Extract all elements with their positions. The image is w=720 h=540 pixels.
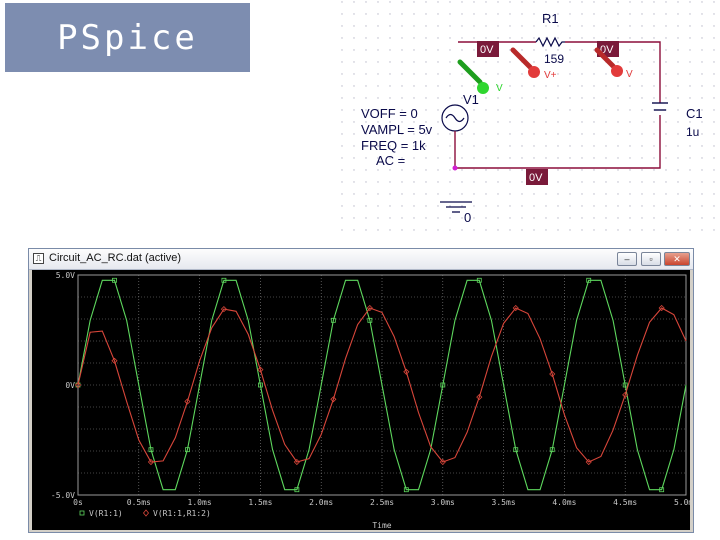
waveform-chart: 0s 0.5ms 1.0ms 1.5ms 2.0ms 2.5ms 3.0ms 3.5ms 4.0…: [51, 271, 690, 530]
capacitor-value: 1u: [686, 125, 699, 139]
y-tick-label: 5.0V: [56, 271, 75, 280]
y-tick-label: -5.0V: [51, 491, 75, 500]
x-tick-label: 4.0ms: [552, 498, 576, 507]
slide-title: PSpice: [57, 17, 198, 58]
restore-button[interactable]: ▫: [641, 252, 661, 266]
ground-label: 0: [464, 210, 471, 225]
voltage-label-node1: 0V: [477, 41, 499, 57]
plot-area[interactable]: 0s 0.5ms 1.0ms 1.5ms 2.0ms 2.5ms 3.0ms 3.5ms 4.0…: [32, 270, 690, 530]
x-tick-label: 2.5ms: [370, 498, 394, 507]
probe-label-green: V: [496, 83, 503, 94]
x-tick-label: 5.0ms: [674, 498, 690, 507]
y-tick-label: 0V: [65, 381, 75, 390]
probe-label-red-1: V+: [544, 70, 557, 81]
legend-label-1: V(R1:1): [89, 509, 123, 518]
source-param-voff: VOFF = 0: [361, 106, 418, 121]
x-tick-label: 3.0ms: [431, 498, 455, 507]
legend-label-2: V(R1:1,R1:2): [153, 509, 211, 518]
window-title: Circuit_AC_RC.dat (active): [49, 252, 182, 264]
close-button[interactable]: ✕: [664, 252, 690, 266]
source-param-ac: AC =: [376, 153, 405, 168]
capacitor-name: C1: [686, 106, 703, 121]
legend-marker-1: [79, 510, 85, 516]
app-icon: ⎍: [33, 253, 44, 264]
legend-marker-2: [142, 509, 150, 517]
probe-label-red-2: V: [626, 69, 633, 80]
source-param-vampl: VAMPL = 5v: [361, 122, 433, 137]
x-tick-label: 1.5ms: [248, 498, 272, 507]
voltage-label-ground-bus: 0V: [526, 169, 548, 185]
x-tick-label: 3.5ms: [492, 498, 516, 507]
resistor-name: R1: [542, 11, 559, 26]
slide-title-box: PSpice: [5, 3, 250, 72]
source-name: V1: [463, 92, 479, 107]
x-axis-label: Time: [372, 521, 391, 530]
schematic-diagram: 0 R1 159 C1 1u V1 VOFF = 0 VAMPL = 5v FR…: [340, 0, 720, 240]
minimize-button[interactable]: –: [617, 252, 637, 266]
x-tick-label: 2.0ms: [309, 498, 333, 507]
x-tick-label: 1.0ms: [188, 498, 212, 507]
resistor-value: 159: [544, 52, 564, 66]
probe-window[interactable]: ⎍ Circuit_AC_RC.dat (active) – ▫ ✕ 0s 0.5…: [28, 248, 694, 533]
svg-text:0V: 0V: [480, 44, 494, 56]
svg-text:0V: 0V: [529, 172, 543, 184]
x-tick-label: 4.5ms: [613, 498, 637, 507]
source-param-freq: FREQ = 1k: [361, 138, 426, 153]
window-titlebar[interactable]: ⎍ Circuit_AC_RC.dat (active) – ▫ ✕: [29, 249, 693, 270]
x-tick-label: 0.5ms: [127, 498, 151, 507]
